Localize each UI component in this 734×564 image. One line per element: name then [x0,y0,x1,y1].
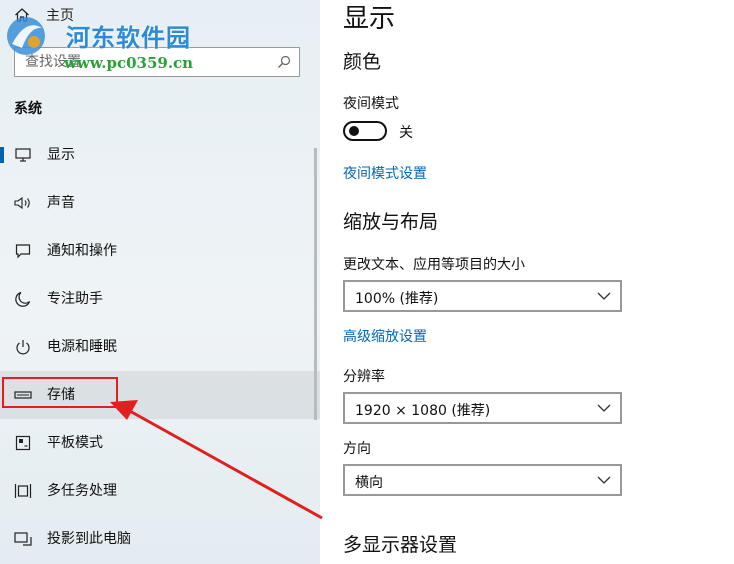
sidebar-item-label: 声音 [47,195,75,211]
chevron-down-icon [597,404,611,412]
scale-select-value: 100% (推荐) [355,291,439,307]
main-content: 显示 颜色 夜间模式 关 夜间模式设置 缩放与布局 更改文本、应用等项目的大小 … [320,0,734,564]
search-box[interactable] [14,47,300,77]
speaker-icon [14,194,32,212]
scale-layout-heading: 缩放与布局 [343,211,439,233]
tablet-mode-icon [14,434,32,452]
projection-icon [14,530,32,548]
sidebar-item-label: 专注助手 [47,291,103,307]
notification-icon [14,242,32,260]
sidebar-item-notifications[interactable]: 通知和操作 [0,227,320,275]
sidebar-item-tablet-mode[interactable]: 平板模式 [0,419,320,467]
search-input[interactable] [25,52,265,72]
sidebar-item-storage[interactable]: 存储 [0,371,320,419]
chevron-down-icon [597,476,611,484]
sidebar-item-label: 电源和睡眠 [47,339,117,355]
sidebar-item-label: 通知和操作 [47,243,117,259]
sidebar-item-power-sleep[interactable]: 电源和睡眠 [0,323,320,371]
sidebar-item-display[interactable]: 显示 [0,131,320,179]
power-icon [14,338,32,356]
home-link[interactable]: 主页 [14,4,74,26]
orientation-select-value: 横向 [355,475,383,491]
monitor-icon [14,146,32,164]
sidebar-item-label: 显示 [47,147,75,163]
orientation-label: 方向 [343,441,371,457]
multitasking-icon [14,482,32,500]
page-title: 显示 [343,4,396,34]
sidebar-item-project-to-pc[interactable]: 投影到此电脑 [0,515,320,563]
advanced-scaling-link[interactable]: 高级缩放设置 [343,326,427,346]
moon-icon [14,290,32,308]
night-light-state: 关 [399,125,413,141]
multi-display-heading: 多显示器设置 [343,534,458,556]
storage-icon [14,386,32,404]
sidebar-item-sound[interactable]: 声音 [0,179,320,227]
sidebar-nav: 显示 声音 通知和操作 专注助手 电源和睡眠 存储 平板模式 多任务处理 投影到… [0,131,320,563]
night-light-toggle[interactable] [343,121,387,141]
section-title: 系统 [14,101,42,117]
sidebar-scrollbar[interactable] [314,148,317,420]
sidebar: 主页 系统 显示 声音 通知和操作 专注助手 [0,0,320,564]
scale-label: 更改文本、应用等项目的大小 [343,257,525,273]
color-heading: 颜色 [343,51,382,73]
search-icon[interactable] [277,55,291,69]
resolution-label: 分辨率 [343,369,385,385]
night-light-label: 夜间模式 [343,96,399,112]
orientation-select[interactable]: 横向 [343,464,622,496]
sidebar-item-label: 存储 [47,387,75,403]
sidebar-item-label: 投影到此电脑 [47,531,131,547]
sidebar-item-multitasking[interactable]: 多任务处理 [0,467,320,515]
toggle-knob [349,126,359,136]
resolution-select-value: 1920 × 1080 (推荐) [355,403,491,419]
sidebar-item-focus-assist[interactable]: 专注助手 [0,275,320,323]
home-label: 主页 [46,8,74,24]
sidebar-item-label: 多任务处理 [47,483,117,499]
night-light-settings-link[interactable]: 夜间模式设置 [343,163,427,183]
sidebar-item-label: 平板模式 [47,435,103,451]
home-icon [14,7,36,23]
chevron-down-icon [597,292,611,300]
scale-select[interactable]: 100% (推荐) [343,280,622,312]
resolution-select[interactable]: 1920 × 1080 (推荐) [343,392,622,424]
